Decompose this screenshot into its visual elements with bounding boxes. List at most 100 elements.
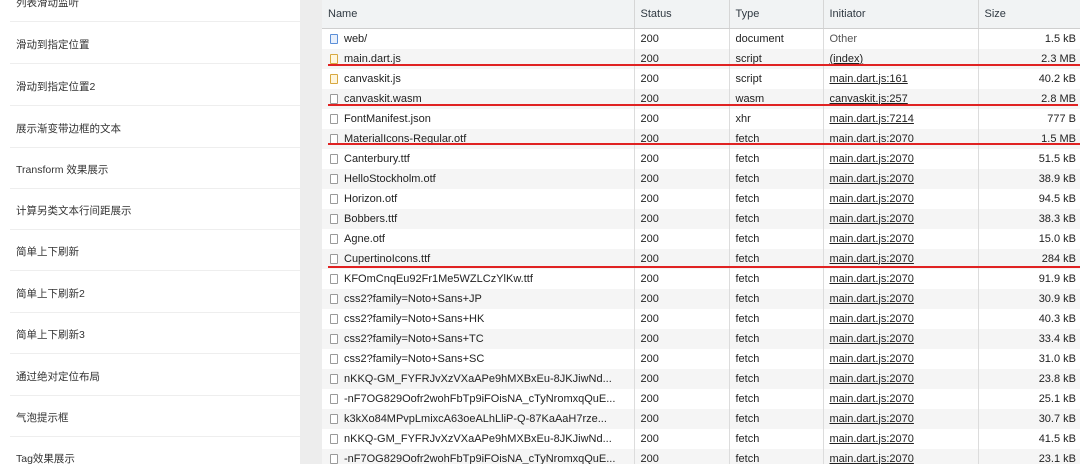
table-row[interactable]: HelloStockholm.otf 200 fetch main.dart.js:2… [322,168,1080,189]
file-icon [330,253,338,264]
request-initiator-cell: main.dart.js:7214 [823,108,979,129]
request-name-cell[interactable]: css2?family=Noto+Sans+TC [322,328,635,349]
demo-list-item[interactable]: 列表滑动监听 [0,0,300,22]
request-status: 200 [634,128,730,149]
demo-list-item[interactable]: 简单上下刷新 [0,245,300,271]
request-status: 200 [634,188,730,209]
file-icon [330,233,338,244]
request-size: 1.5 MB [978,128,1080,149]
initiator-link[interactable]: main.dart.js:2070 [830,213,914,225]
table-row[interactable]: MaterialIcons-Regular.otf 200 fetch main.da… [322,128,1080,149]
request-name-cell[interactable]: Agne.otf [322,228,635,249]
request-name-cell[interactable]: canvaskit.js [322,68,635,89]
request-status: 200 [634,288,730,309]
request-name-cell[interactable]: FontManifest.json [322,108,635,129]
initiator-link[interactable]: main.dart.js:2070 [830,413,914,425]
initiator-link[interactable]: main.dart.js:2070 [830,273,914,285]
request-name-cell[interactable]: Canterbury.ttf [322,148,635,169]
table-row[interactable]: css2?family=Noto+Sans+HK 200 fetch main.dar… [322,308,1080,329]
initiator-link[interactable]: main.dart.js:161 [830,73,908,85]
table-row[interactable]: -nF7OG829Oofr2wohFbTp9iFOisNA_cTyNromxqQ… [322,448,1080,464]
request-type: fetch [729,388,824,409]
initiator-link[interactable]: main.dart.js:2070 [830,393,914,405]
demo-list-item[interactable]: 计算另类文本行间距展示 [0,204,300,230]
demo-list-panel: 列表滑动监听 滑动到指定位置 滑动到指定位置2 展示渐变带边框的文本 Trans… [0,0,300,464]
table-row[interactable]: FontManifest.json 200 xhr main.dart.js:7214… [322,108,1080,129]
request-initiator-cell: main.dart.js:2070 [823,128,979,149]
demo-list-item[interactable]: 气泡提示框 [0,411,300,437]
initiator-link[interactable]: main.dart.js:2070 [830,333,914,345]
request-name-cell[interactable]: HelloStockholm.otf [322,168,635,189]
request-name-cell[interactable]: css2?family=Noto+Sans+HK [322,308,635,329]
request-name-cell[interactable]: nKKQ-GM_FYFRJvXzVXaAPe9hMXBxEu-8JKJiwNd.… [322,368,635,389]
request-name-cell[interactable]: k3kXo84MPvpLmixcA63oeALhLliP-Q-87KaAaH7r… [322,408,635,429]
demo-list-item[interactable]: 展示渐变带边框的文本 [0,122,300,148]
request-name-cell[interactable]: MaterialIcons-Regular.otf [322,128,635,149]
initiator-link[interactable]: main.dart.js:2070 [830,453,914,464]
initiator-link[interactable]: main.dart.js:2070 [830,173,914,185]
request-type: fetch [729,348,824,369]
demo-list-item[interactable]: 滑动到指定位置 [0,38,300,64]
demo-list-item[interactable]: Transform 效果展示 [0,163,300,189]
initiator-link[interactable]: main.dart.js:2070 [830,253,914,265]
request-name-cell[interactable]: css2?family=Noto+Sans+JP [322,288,635,309]
initiator-link[interactable]: main.dart.js:2070 [830,433,914,445]
demo-list-item[interactable]: Tag效果展示 [0,452,300,464]
demo-list-item[interactable]: 滑动到指定位置2 [0,80,300,106]
request-name-cell[interactable]: Bobbers.ttf [322,208,635,229]
request-name-cell[interactable]: web/ [322,28,635,49]
initiator-link[interactable]: main.dart.js:2070 [830,193,914,205]
request-name-cell[interactable]: nKKQ-GM_FYFRJvXzVXaAPe9hMXBxEu-8JKJiwNd.… [322,428,635,449]
initiator-link[interactable]: main.dart.js:7214 [830,113,914,125]
column-header-size[interactable]: Size [978,0,1080,29]
table-row[interactable]: css2?family=Noto+Sans+SC 200 fetch main.dar… [322,348,1080,369]
table-row[interactable]: Canterbury.ttf 200 fetch main.dart.js:2070 5… [322,148,1080,169]
table-row[interactable]: Horizon.otf 200 fetch main.dart.js:2070 94.5… [322,188,1080,209]
initiator-link[interactable]: main.dart.js:2070 [830,313,914,325]
table-row[interactable]: nKKQ-GM_FYFRJvXzVXaAPe9hMXBxEu-8JKJiwNd.… [322,368,1080,389]
initiator-link[interactable]: main.dart.js:2070 [830,293,914,305]
request-size: 51.5 kB [978,148,1080,169]
column-header-initiator[interactable]: Initiator [823,0,979,29]
table-row[interactable]: web/200 document Other 1.5 kB [322,28,1080,49]
initiator-link[interactable]: main.dart.js:2070 [830,233,914,245]
request-name: canvaskit.js [344,72,401,85]
table-row[interactable]: css2?family=Noto+Sans+JP 200 fetch main.dar… [322,288,1080,309]
column-header-status[interactable]: Status [634,0,730,29]
table-row[interactable]: css2?family=Noto+Sans+TC 200 fetch main.dar… [322,328,1080,349]
request-type: fetch [729,188,824,209]
table-row[interactable]: k3kXo84MPvpLmixcA63oeALhLliP-Q-87KaAaH7r… [322,408,1080,429]
initiator-link[interactable]: main.dart.js:2070 [830,373,914,385]
request-name-cell[interactable]: KFOmCnqEu92Fr1Me5WZLCzYlKw.ttf [322,268,635,289]
request-name: nKKQ-GM_FYFRJvXzVXaAPe9hMXBxEu-8JKJiwNd.… [344,372,612,385]
demo-list-item[interactable]: 通过绝对定位布局 [0,370,300,396]
request-name-cell[interactable]: -nF7OG829Oofr2wohFbTp9iFOisNA_cTyNromxqQ… [322,448,635,464]
column-header-name[interactable]: Name [322,0,635,29]
demo-list-item[interactable]: 简单上下刷新3 [0,328,300,354]
column-header-type[interactable]: Type [729,0,824,29]
file-icon [330,193,338,204]
table-row[interactable]: -nF7OG829Oofr2wohFbTp9iFOisNA_cTyNromxqQ… [322,388,1080,409]
initiator-link[interactable]: (index) [830,53,864,65]
table-row[interactable]: nKKQ-GM_FYFRJvXzVXaAPe9hMXBxEu-8JKJiwNd.… [322,428,1080,449]
demo-list-item[interactable]: 简单上下刷新2 [0,287,300,313]
request-type: fetch [729,208,824,229]
initiator-link[interactable]: canvaskit.js:257 [830,93,908,105]
initiator-link[interactable]: main.dart.js:2070 [830,353,914,365]
file-icon [330,433,338,444]
request-size: 30.7 kB [978,408,1080,429]
table-row[interactable]: canvaskit.js 200 script main.dart.js:161 40.… [322,68,1080,89]
request-type: fetch [729,328,824,349]
request-size: 40.3 kB [978,308,1080,329]
request-name-cell[interactable]: -nF7OG829Oofr2wohFbTp9iFOisNA_cTyNromxqQ… [322,388,635,409]
file-icon [330,93,338,104]
initiator-link[interactable]: main.dart.js:2070 [830,153,914,165]
file-icon [330,313,338,324]
request-type: fetch [729,428,824,449]
request-name-cell[interactable]: Horizon.otf [322,188,635,209]
request-type: fetch [729,228,824,249]
table-row[interactable]: Bobbers.ttf 200 fetch main.dart.js:2070 38.3… [322,208,1080,229]
table-row[interactable]: Agne.otf 200 fetch main.dart.js:2070 15.0 kB [322,228,1080,249]
request-name-cell[interactable]: css2?family=Noto+Sans+SC [322,348,635,369]
table-row[interactable]: KFOmCnqEu92Fr1Me5WZLCzYlKw.ttf 200 fetch ma… [322,268,1080,289]
